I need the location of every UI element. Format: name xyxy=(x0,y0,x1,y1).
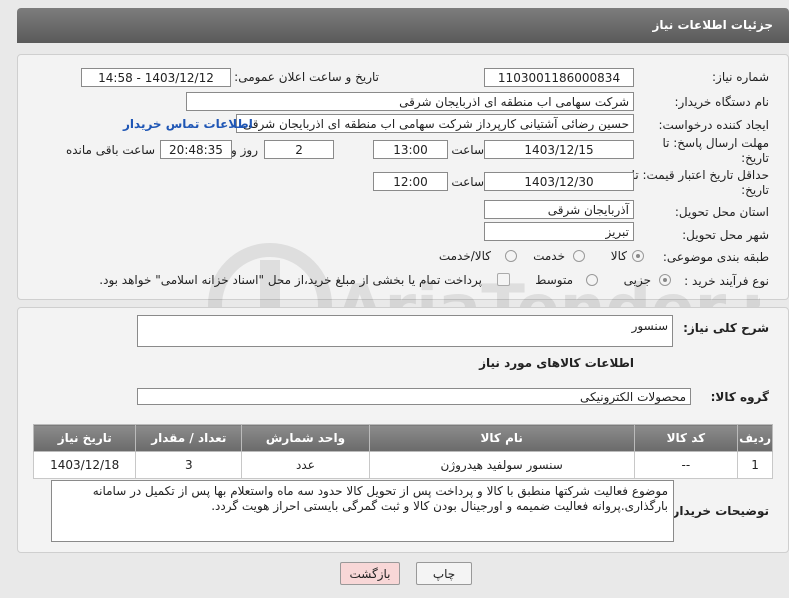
group-field: محصولات الکترونیکی xyxy=(137,388,691,405)
validity-time-field: 12:00 xyxy=(373,172,448,191)
need-number-label: شماره نیاز: xyxy=(712,70,769,84)
process-radio-minor[interactable] xyxy=(659,274,671,286)
deadline-date-label: تاریخ: xyxy=(741,151,769,165)
remaining-time-field: 20:48:35 xyxy=(160,140,232,159)
process-label: نوع فرآیند خرید : xyxy=(684,274,769,288)
remaining-label: ساعت باقی مانده xyxy=(65,143,155,157)
cell-qty: 3 xyxy=(135,451,243,479)
group-label: گروه کالا: xyxy=(710,390,769,404)
buyer-org-label: نام دستگاه خریدار: xyxy=(674,95,770,109)
summary-label: شرح کلی نیاز: xyxy=(683,321,769,335)
page-header: جزئیات اطلاعات نیاز xyxy=(17,8,789,43)
province-label: استان محل تحویل: xyxy=(674,205,769,219)
cell-row: 1 xyxy=(737,451,773,479)
category-radio-goods-service[interactable] xyxy=(505,250,517,262)
category-goods-label: کالا xyxy=(610,249,627,263)
buyer-org-field: شرکت سهامی اب منطقه ای اذربایجان شرقی xyxy=(186,92,634,111)
col-code: کد کالا xyxy=(633,424,739,452)
validity-date-label: تاریخ: xyxy=(741,183,769,197)
process-minor-label: جزیی xyxy=(623,273,651,287)
cell-date: 1403/12/18 xyxy=(32,451,137,479)
validity-date-field: 1403/12/30 xyxy=(484,172,634,191)
col-date: تاریخ نیاز xyxy=(32,424,137,452)
deadline-time-label: ساعت xyxy=(451,143,484,157)
col-row: ردیف xyxy=(737,424,773,452)
col-qty: تعداد / مقدار xyxy=(135,424,243,452)
category-label: طبقه بندی موضوعی: xyxy=(662,250,769,264)
days-remaining-field: 2 xyxy=(264,140,334,159)
back-button[interactable]: بازگشت xyxy=(340,562,400,585)
deadline-label: مهلت ارسال پاسخ: تا xyxy=(662,136,769,150)
requester-field: حسین رضائی آشتیانی کارپرداز شرکت سهامی ا… xyxy=(236,114,634,133)
deadline-time-field: 13:00 xyxy=(373,140,448,159)
province-field: آذربایجان شرقی xyxy=(484,200,634,219)
cell-code: -- xyxy=(633,451,739,479)
treasury-payment-note: پرداخت تمام یا بخشی از مبلغ خرید،از محل … xyxy=(99,273,482,287)
category-radio-goods[interactable] xyxy=(632,250,644,262)
category-service-label: خدمت xyxy=(533,249,565,263)
cell-name: سنسور سولفید هیدروژن xyxy=(368,451,635,479)
buyer-notes-field: موضوع فعالیت شرکتها منطبق با کالا و پردا… xyxy=(51,480,674,542)
category-goods-service-label: کالا/خدمت xyxy=(438,249,491,263)
requester-label: ایجاد کننده درخواست: xyxy=(658,118,769,132)
category-radio-service[interactable] xyxy=(573,250,585,262)
table-row: 1 -- سنسور سولفید هیدروژن عدد 3 1403/12/… xyxy=(32,451,773,479)
page-title: جزئیات اطلاعات نیاز xyxy=(652,18,773,32)
validity-label: حداقل تاریخ اعتبار قیمت: تا xyxy=(631,168,769,182)
summary-field: سنسور xyxy=(137,315,673,347)
validity-time-label: ساعت xyxy=(451,175,484,189)
city-label: شهر محل تحویل: xyxy=(682,228,769,242)
announce-label: تاریخ و ساعت اعلان عمومی: xyxy=(234,70,379,84)
days-label: روز و xyxy=(231,143,258,157)
announce-datetime-field: 1403/12/12 - 14:58 xyxy=(81,68,231,87)
cell-unit: عدد xyxy=(241,451,370,479)
col-name: نام کالا xyxy=(368,424,635,452)
buyer-contact-link[interactable]: اطلاعات تماس خریدار xyxy=(123,117,253,131)
process-radio-medium[interactable] xyxy=(586,274,598,286)
print-button[interactable]: چاپ xyxy=(416,562,472,585)
items-table-header: ردیف کد کالا نام کالا واحد شمارش تعداد /… xyxy=(32,424,773,452)
items-table: ردیف کد کالا نام کالا واحد شمارش تعداد /… xyxy=(32,424,773,479)
deadline-date-field: 1403/12/15 xyxy=(484,140,634,159)
items-section-title: اطلاعات کالاهای مورد نیاز xyxy=(479,356,634,370)
need-number-field: 1103001186000834 xyxy=(484,68,634,87)
process-medium-label: متوسط xyxy=(535,273,573,287)
buyer-notes-label: توضیحات خریدار: xyxy=(667,504,769,518)
col-unit: واحد شمارش xyxy=(241,424,370,452)
treasury-payment-checkbox[interactable] xyxy=(497,273,510,286)
city-field: تبریز xyxy=(484,222,634,241)
